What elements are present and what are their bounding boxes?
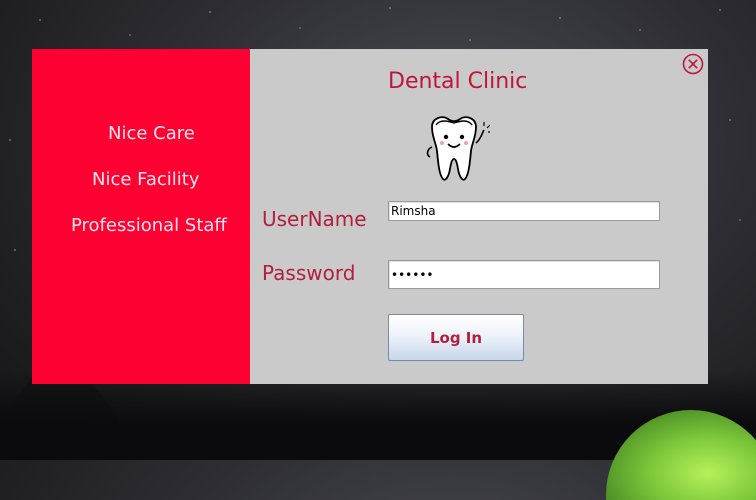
feature-nice-facility: Nice Facility — [92, 169, 200, 190]
page-title: Dental Clinic — [388, 69, 528, 94]
tooth-mascot-icon — [426, 116, 490, 181]
login-panel: Dental Clinic UserName Password Log In — [250, 49, 708, 384]
login-dialog: Nice Care Nice Facility Professional Sta… — [32, 49, 708, 384]
close-circle-icon[interactable] — [682, 53, 704, 75]
features-panel: Nice Care Nice Facility Professional Sta… — [32, 49, 250, 384]
password-label: Password — [262, 261, 356, 285]
login-button[interactable]: Log In — [388, 314, 524, 361]
feature-nice-care: Nice Care — [108, 123, 195, 144]
feature-professional-staff: Professional Staff — [71, 215, 227, 236]
password-field[interactable] — [388, 260, 660, 289]
username-label: UserName — [262, 207, 367, 231]
username-field[interactable] — [388, 201, 660, 221]
